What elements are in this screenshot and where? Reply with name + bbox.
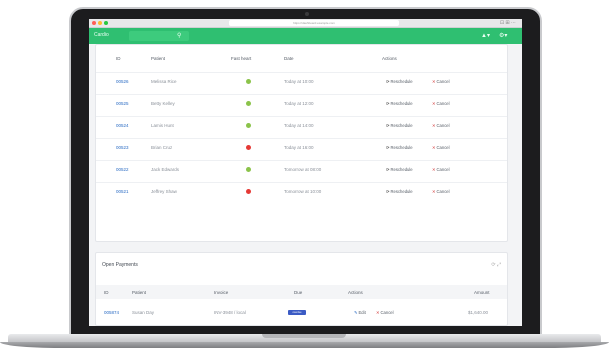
col-header-date: Date bbox=[284, 56, 294, 61]
patient-name: Lamis Hunt bbox=[151, 123, 174, 128]
close-icon: ✕ bbox=[432, 189, 436, 194]
pencil-icon: ✎ bbox=[354, 310, 358, 315]
appointment-date: Tomorrow at 10:00 bbox=[284, 189, 322, 194]
maximize-window-icon[interactable] bbox=[104, 21, 108, 25]
col-header-actions: Actions bbox=[348, 290, 363, 295]
close-icon: ✕ bbox=[432, 167, 436, 172]
app-header: Cardio ⚲ ▲▾ ⚙▾ bbox=[89, 28, 522, 44]
patient-name: Susan Day bbox=[132, 310, 155, 315]
brand-logo[interactable]: Cardio bbox=[94, 32, 109, 38]
close-icon: ✕ bbox=[432, 145, 436, 150]
status-ok-icon bbox=[246, 123, 251, 128]
status-ok-icon bbox=[246, 79, 251, 84]
payment-id-link[interactable]: 005874 bbox=[104, 310, 119, 315]
laptop-base bbox=[0, 334, 609, 352]
close-icon: ✕ bbox=[432, 79, 436, 84]
refresh-icon: ⟳ bbox=[386, 123, 390, 128]
reschedule-button[interactable]: ⟳Reschedule bbox=[386, 101, 413, 106]
appointment-date: Today at 10:00 bbox=[284, 79, 314, 84]
appointment-date: Today at 16:00 bbox=[284, 145, 314, 150]
row-divider bbox=[96, 116, 507, 117]
camera-icon bbox=[305, 12, 309, 16]
status-alert-icon bbox=[246, 145, 251, 150]
row-divider bbox=[96, 138, 507, 139]
card-tools: ⟳ ⤢ bbox=[491, 262, 501, 268]
patient-name: Melissa Rice bbox=[151, 79, 177, 84]
row-divider bbox=[96, 94, 507, 95]
refresh-icon: ⟳ bbox=[386, 189, 390, 194]
cancel-button[interactable]: ✕Cancel bbox=[432, 189, 450, 194]
appointment-id-link[interactable]: 00522 bbox=[116, 167, 129, 172]
col-header-fast-heart: Fast heart bbox=[231, 56, 252, 61]
cancel-button[interactable]: ✕Cancel bbox=[432, 145, 450, 150]
browser-toolbar: https://dashboard.example.com ⊡ ⊞ ⋯ bbox=[89, 19, 522, 28]
expand-icon[interactable]: ⤢ bbox=[497, 262, 501, 268]
close-icon: ✕ bbox=[432, 101, 436, 106]
browser-tools[interactable]: ⊡ ⊞ ⋯ bbox=[500, 20, 516, 27]
address-bar[interactable]: https://dashboard.example.com bbox=[229, 20, 399, 26]
alerts-menu-icon[interactable]: ▲▾ bbox=[481, 31, 490, 41]
edit-button[interactable]: ✎Edit bbox=[354, 310, 366, 315]
laptop-base-bottom bbox=[0, 342, 609, 348]
col-header-id: ID bbox=[116, 56, 121, 61]
col-header-actions: Actions bbox=[382, 56, 397, 61]
settings-menu-icon[interactable]: ⚙▾ bbox=[499, 31, 507, 41]
col-header-amount: Amount bbox=[474, 290, 490, 295]
appointment-id-link[interactable]: 00525 bbox=[116, 101, 129, 106]
cancel-button[interactable]: ✕Cancel bbox=[376, 310, 394, 315]
payment-amount: $1,640.00 bbox=[468, 310, 489, 315]
appointment-date: Tomorrow at 08:00 bbox=[284, 167, 322, 172]
status-ok-icon bbox=[246, 101, 251, 106]
laptop-screen: https://dashboard.example.com ⊡ ⊞ ⋯ Card… bbox=[89, 19, 522, 326]
appointment-id-link[interactable]: 00526 bbox=[116, 79, 129, 84]
col-header-invoice: Invoice bbox=[214, 290, 229, 295]
laptop-notch bbox=[262, 334, 346, 338]
refresh-icon: ⟳ bbox=[386, 101, 390, 106]
appointments-card: ID Patient Fast heart Date Actions 00526… bbox=[95, 44, 508, 242]
laptop-lid: https://dashboard.example.com ⊡ ⊞ ⋯ Card… bbox=[69, 7, 542, 337]
open-payments-card: Open Payments ⟳ ⤢ ID Patient Invoice Due… bbox=[95, 252, 508, 326]
due-status-badge: overdue bbox=[288, 310, 306, 315]
search-icon[interactable]: ⚲ bbox=[177, 31, 181, 41]
close-icon: ✕ bbox=[432, 123, 436, 128]
row-divider bbox=[96, 160, 507, 161]
minimize-window-icon[interactable] bbox=[98, 21, 102, 25]
refresh-icon: ⟳ bbox=[386, 167, 390, 172]
col-header-due: Due bbox=[294, 290, 303, 295]
appointment-id-link[interactable]: 00524 bbox=[116, 123, 129, 128]
patient-name: Brian Cruz bbox=[151, 145, 173, 150]
patient-name: Jeffrey Shaw bbox=[151, 189, 177, 194]
close-window-icon[interactable] bbox=[92, 21, 96, 25]
cancel-button[interactable]: ✕Cancel bbox=[432, 167, 450, 172]
reschedule-button[interactable]: ⟳Reschedule bbox=[386, 189, 413, 194]
reschedule-button[interactable]: ⟳Reschedule bbox=[386, 79, 413, 84]
appointment-date: Today at 12:00 bbox=[284, 101, 314, 106]
cancel-button[interactable]: ✕Cancel bbox=[432, 123, 450, 128]
reschedule-button[interactable]: ⟳Reschedule bbox=[386, 167, 413, 172]
refresh-icon: ⟳ bbox=[386, 145, 390, 150]
row-divider bbox=[96, 182, 507, 183]
reschedule-button[interactable]: ⟳Reschedule bbox=[386, 123, 413, 128]
col-header-patient: Patient bbox=[151, 56, 166, 61]
patient-name: Betty Kelley bbox=[151, 101, 175, 106]
appointment-id-link[interactable]: 00523 bbox=[116, 145, 129, 150]
col-header-id: ID bbox=[104, 290, 109, 295]
reschedule-button[interactable]: ⟳Reschedule bbox=[386, 145, 413, 150]
refresh-icon[interactable]: ⟳ bbox=[491, 262, 495, 268]
status-alert-icon bbox=[246, 189, 251, 194]
card-title: Open Payments bbox=[102, 262, 138, 268]
patient-name: Jack Edwards bbox=[151, 167, 180, 172]
status-ok-icon bbox=[246, 167, 251, 172]
close-icon: ✕ bbox=[376, 310, 380, 315]
col-header-patient: Patient bbox=[132, 290, 147, 295]
refresh-icon: ⟳ bbox=[386, 79, 390, 84]
appointment-date: Today at 14:00 bbox=[284, 123, 314, 128]
invoice-number: INV-3948 / local bbox=[214, 310, 246, 315]
cancel-button[interactable]: ✕Cancel bbox=[432, 79, 450, 84]
appointment-id-link[interactable]: 00521 bbox=[116, 189, 129, 194]
header-divider bbox=[96, 72, 507, 73]
cancel-button[interactable]: ✕Cancel bbox=[432, 101, 450, 106]
